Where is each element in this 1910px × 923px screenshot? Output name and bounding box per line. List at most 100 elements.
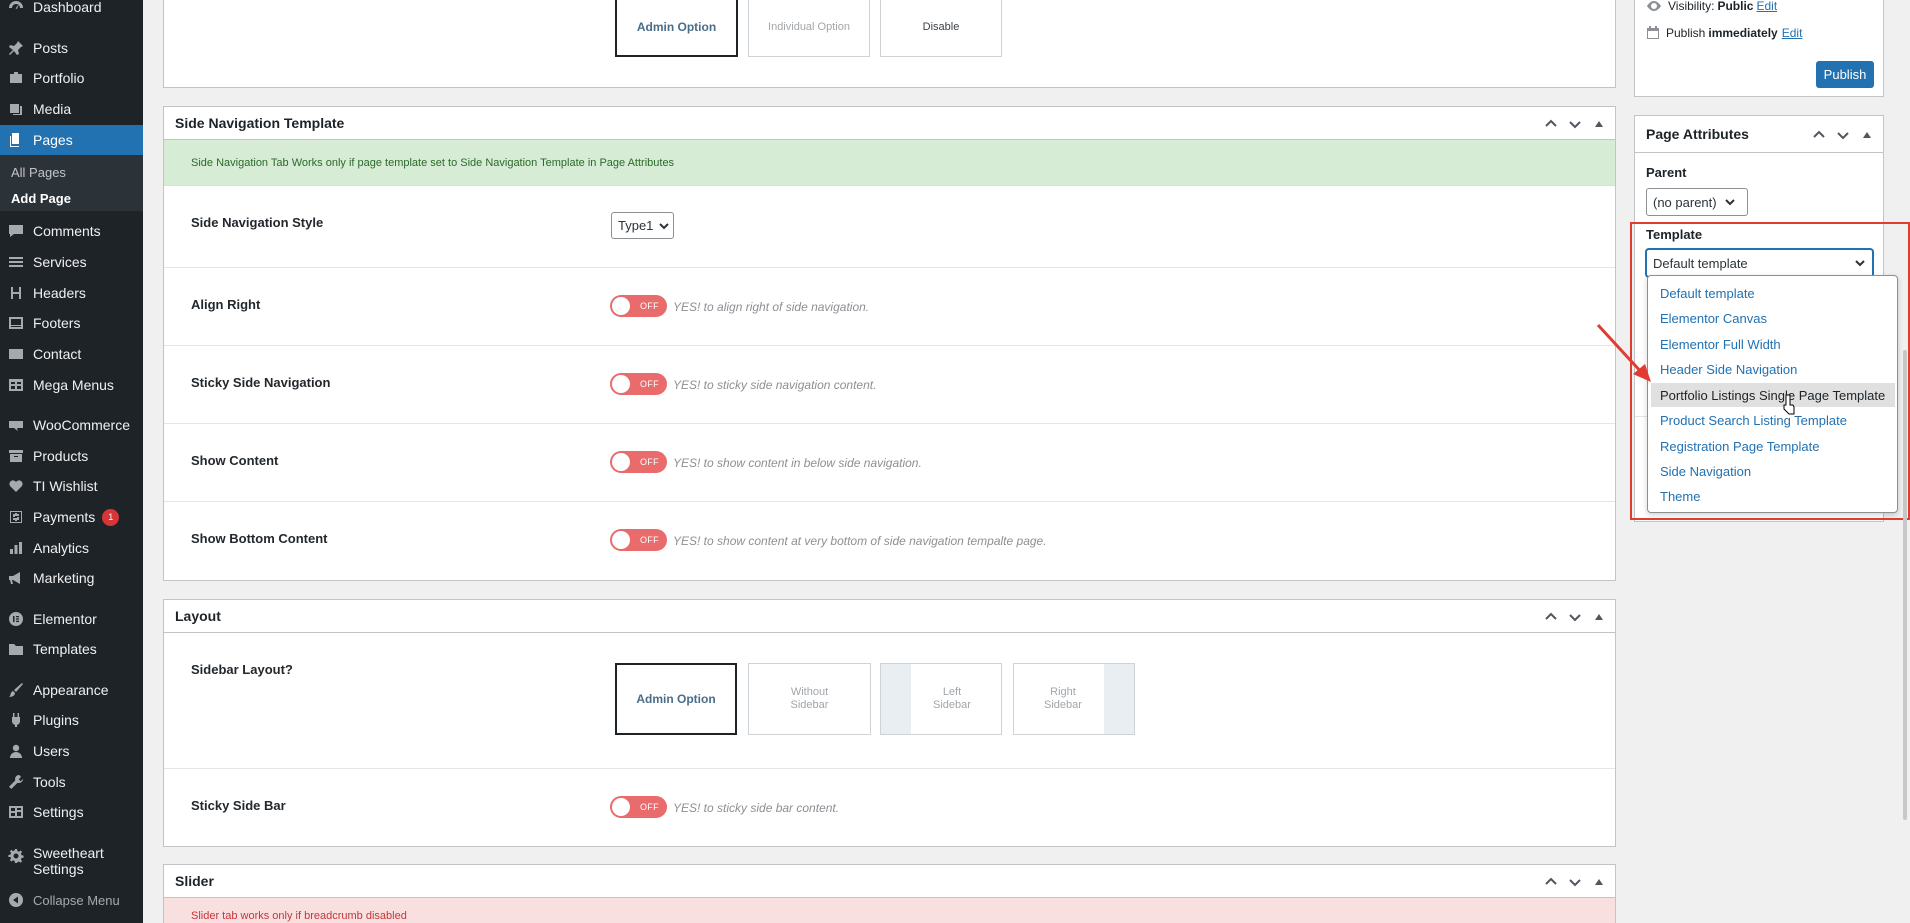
postbox-header: Layout <box>164 600 1615 633</box>
template-option[interactable]: Elementor Canvas <box>1651 306 1895 330</box>
collapse-label: Collapse Menu <box>33 892 120 908</box>
edit-visibility-link[interactable]: Edit <box>1756 0 1777 13</box>
move-up-icon[interactable] <box>1809 125 1829 145</box>
portfolio-icon <box>7 69 25 87</box>
pin-icon <box>7 39 25 57</box>
heart-icon <box>7 477 25 495</box>
footer-icon <box>7 314 25 332</box>
submenu-add-page[interactable]: Add Page <box>11 191 71 206</box>
select-value: Type1 <box>618 218 654 233</box>
brush-icon <box>7 681 25 699</box>
option-disable[interactable]: Disable <box>880 0 1002 57</box>
sidebar-item-services[interactable]: Services <box>0 247 143 277</box>
collapse-menu-button[interactable]: Collapse Menu <box>0 885 143 915</box>
admin-sidebar: Dashboard Posts Portfolio Media Pages Al… <box>0 0 143 923</box>
sidebar-item-comments[interactable]: Comments <box>0 216 143 246</box>
publish-button[interactable]: Publish <box>1816 61 1874 88</box>
sidebar-item-posts[interactable]: Posts <box>0 33 143 63</box>
eye-icon <box>1646 0 1662 12</box>
layout-option-admin[interactable]: Admin Option <box>615 663 737 735</box>
template-option[interactable]: Elementor Full Width <box>1651 332 1895 356</box>
sidebar-item-woocommerce[interactable]: WooCommerce <box>0 410 143 440</box>
align-right-toggle[interactable]: OFF <box>610 295 667 317</box>
select-value: Default template <box>1653 255 1748 271</box>
sidebar-item-marketing[interactable]: Marketing <box>0 563 143 593</box>
sidebar-item-settings[interactable]: Settings <box>0 797 143 827</box>
sidebar-item-users[interactable]: Users <box>0 736 143 766</box>
postbox-title: Page Attributes <box>1646 126 1749 142</box>
toggle-panel-icon[interactable] <box>1589 114 1609 134</box>
slider-postbox: Slider Slider tab works only if breadcru… <box>163 864 1616 923</box>
woo-icon <box>7 416 25 434</box>
media-icon <box>7 100 25 118</box>
parent-select[interactable]: (no parent) <box>1646 188 1748 216</box>
field-row: Sidebar Layout? Admin Option Without Sid… <box>164 633 1615 769</box>
field-label: Sidebar Layout? <box>191 662 293 677</box>
sidebar-item-ti-wishlist[interactable]: TI Wishlist <box>0 471 143 501</box>
option-label: Without Sidebar <box>790 686 829 711</box>
toggle-knob <box>612 798 630 816</box>
chevron-down-icon <box>1855 258 1865 268</box>
sidebar-item-plugins[interactable]: Plugins <box>0 705 143 735</box>
sidebar-item-templates[interactable]: Templates <box>0 634 143 664</box>
move-down-icon[interactable] <box>1565 607 1585 627</box>
sticky-side-navigation-toggle[interactable]: OFF <box>610 373 667 395</box>
template-option[interactable]: Side Navigation <box>1651 459 1895 483</box>
layout-option-right-sidebar[interactable]: Right Sidebar <box>1013 663 1135 735</box>
chart-icon <box>7 539 25 557</box>
field-label: Show Bottom Content <box>191 531 328 546</box>
toggle-state: OFF <box>640 535 659 545</box>
sidebar-item-label: Posts <box>33 40 69 56</box>
toggle-panel-icon[interactable] <box>1857 125 1877 145</box>
option-admin[interactable]: Admin Option <box>615 0 738 57</box>
template-option[interactable]: Product Search Listing Template <box>1651 408 1895 432</box>
show-content-toggle[interactable]: OFF <box>610 451 667 473</box>
sidebar-item-products[interactable]: Products <box>0 441 143 471</box>
sidebar-item-media[interactable]: Media <box>0 94 143 124</box>
sidebar-item-contact[interactable]: Contact <box>0 339 143 369</box>
sidebar-item-payments[interactable]: Payments 1 <box>0 502 143 532</box>
select-value: (no parent) <box>1653 194 1717 210</box>
sidebar-item-tools[interactable]: Tools <box>0 767 143 797</box>
sidebar-item-elementor[interactable]: Elementor <box>0 604 143 634</box>
show-bottom-content-toggle[interactable]: OFF <box>610 529 667 551</box>
page-scrollbar[interactable] <box>1903 350 1907 820</box>
sidebar-item-headers[interactable]: Headers <box>0 278 143 308</box>
chevron-down-icon <box>1724 197 1735 207</box>
sidebar-item-pages[interactable]: Pages <box>0 125 143 155</box>
move-down-icon[interactable] <box>1833 125 1853 145</box>
toggle-knob <box>612 531 630 549</box>
toggle-panel-icon[interactable] <box>1589 872 1609 892</box>
sidebar-item-dashboard[interactable]: Dashboard <box>0 0 143 22</box>
sidebar-item-analytics[interactable]: Analytics <box>0 533 143 563</box>
option-individual[interactable]: Individual Option <box>748 0 870 57</box>
template-option-hovered[interactable]: Portfolio Listings Single Page Template <box>1651 383 1895 407</box>
sidebar-item-portfolio[interactable]: Portfolio <box>0 63 143 93</box>
sidebar-item-sweetheart-settings[interactable]: Sweetheart Settings <box>0 845 110 883</box>
template-select[interactable]: Default template <box>1646 249 1873 277</box>
template-option[interactable]: Header Side Navigation <box>1651 357 1895 381</box>
sidebar-item-footers[interactable]: Footers <box>0 308 143 338</box>
visibility-label: Visibility: <box>1668 0 1715 13</box>
sticky-side-bar-toggle[interactable]: OFF <box>610 796 667 818</box>
move-up-icon[interactable] <box>1541 607 1561 627</box>
comments-icon <box>7 222 25 240</box>
toggle-panel-icon[interactable] <box>1589 607 1609 627</box>
edit-publish-time-link[interactable]: Edit <box>1782 26 1803 40</box>
submenu-all-pages[interactable]: All Pages <box>11 165 66 180</box>
sidebar-item-appearance[interactable]: Appearance <box>0 675 143 705</box>
move-up-icon[interactable] <box>1541 114 1561 134</box>
move-up-icon[interactable] <box>1541 872 1561 892</box>
template-option[interactable]: Theme <box>1651 484 1895 508</box>
list-icon <box>7 253 25 271</box>
template-option[interactable]: Registration Page Template <box>1651 434 1895 458</box>
toggle-description: YES! to align right of side navigation. <box>673 300 870 314</box>
toggle-knob <box>612 375 630 393</box>
move-down-icon[interactable] <box>1565 114 1585 134</box>
sidebar-item-mega-menus[interactable]: Mega Menus <box>0 370 143 400</box>
layout-option-left-sidebar[interactable]: Left Sidebar <box>880 663 1002 735</box>
layout-option-without-sidebar[interactable]: Without Sidebar <box>748 663 871 735</box>
template-option[interactable]: Default template <box>1651 281 1895 305</box>
move-down-icon[interactable] <box>1565 872 1585 892</box>
side-nav-style-select[interactable]: Type1 <box>611 212 674 239</box>
